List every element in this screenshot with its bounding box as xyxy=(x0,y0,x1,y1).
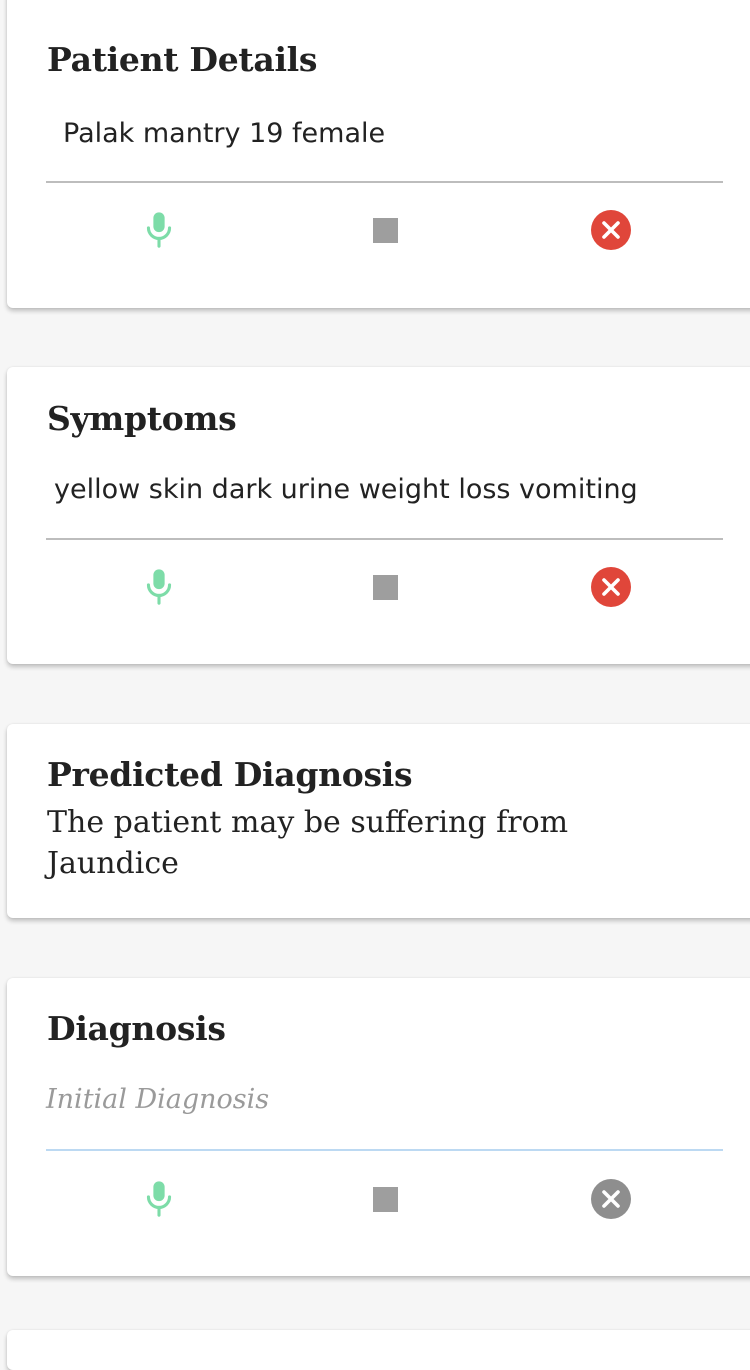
symptoms-stop-button[interactable] xyxy=(361,563,409,611)
microphone-icon xyxy=(146,569,172,605)
diagnosis-title: Diagnosis xyxy=(47,1009,226,1048)
predicted-diagnosis-card: Predicted Diagnosis The patient may be s… xyxy=(7,724,750,918)
patient-details-clear-button[interactable] xyxy=(587,206,635,254)
symptoms-input[interactable]: yellow skin dark urine weight loss vomit… xyxy=(54,474,638,505)
microphone-icon xyxy=(146,212,172,248)
symptoms-clear-button[interactable] xyxy=(587,563,635,611)
symptoms-card: Symptoms yellow skin dark urine weight l… xyxy=(7,367,750,664)
patient-details-title: Patient Details xyxy=(47,40,318,79)
close-circle-icon xyxy=(591,210,631,250)
patient-details-stop-button[interactable] xyxy=(361,206,409,254)
predicted-diagnosis-text: The patient may be suffering from Jaundi… xyxy=(47,805,569,881)
symptoms-underline xyxy=(46,538,723,540)
next-card-partial xyxy=(7,1330,750,1370)
diagnosis-mic-button[interactable] xyxy=(135,1175,183,1223)
symptoms-title: Symptoms xyxy=(47,399,237,438)
microphone-icon xyxy=(146,1181,172,1217)
stop-square-icon xyxy=(372,1186,398,1212)
patient-details-underline xyxy=(46,181,723,183)
diagnosis-clear-button[interactable] xyxy=(587,1175,635,1223)
stop-square-icon xyxy=(372,217,398,243)
stop-square-icon xyxy=(372,574,398,600)
close-circle-icon xyxy=(591,1179,631,1219)
diagnosis-stop-button[interactable] xyxy=(361,1175,409,1223)
patient-details-mic-button[interactable] xyxy=(135,206,183,254)
diagnosis-underline xyxy=(46,1149,723,1151)
diagnosis-input[interactable]: Initial Diagnosis xyxy=(46,1084,269,1115)
patient-details-card: Patient Details Palak mantry 19 female xyxy=(7,0,750,308)
close-circle-icon xyxy=(591,567,631,607)
predicted-diagnosis-title: Predicted Diagnosis xyxy=(47,755,413,794)
patient-details-input[interactable]: Palak mantry 19 female xyxy=(63,118,385,149)
symptoms-mic-button[interactable] xyxy=(135,563,183,611)
diagnosis-card: Diagnosis Initial Diagnosis xyxy=(7,978,750,1276)
